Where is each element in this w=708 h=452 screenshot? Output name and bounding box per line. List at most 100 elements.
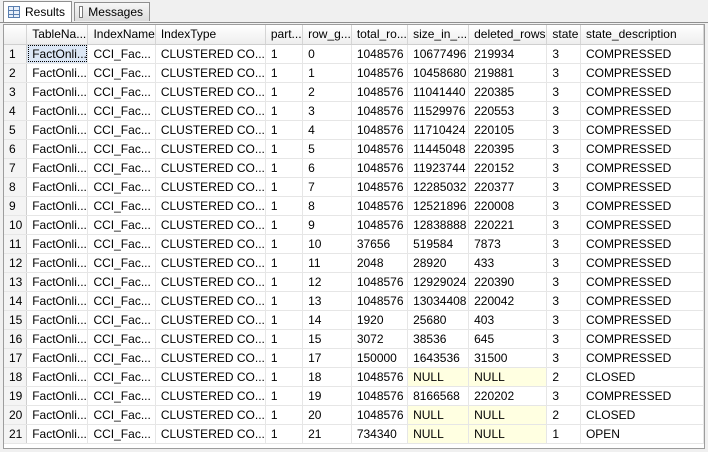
table-cell[interactable]: CCI_Fac... (87, 272, 156, 292)
table-cell[interactable]: CCI_Fac... (87, 310, 156, 330)
table-cell[interactable]: 219881 (468, 63, 548, 83)
column-header[interactable]: TableNa... (26, 25, 89, 45)
table-cell[interactable]: CCI_Fac... (87, 291, 156, 311)
table-cell[interactable]: CLUSTERED CO... (155, 215, 266, 235)
table-cell[interactable]: 1048576 (351, 215, 409, 235)
table-cell[interactable]: COMPRESSED (580, 158, 704, 178)
table-cell[interactable]: OPEN (580, 424, 704, 444)
table-cell[interactable]: 220152 (468, 158, 548, 178)
table-cell[interactable]: FactOnli... (26, 405, 89, 425)
row-number[interactable]: 1 (4, 44, 28, 64)
table-cell[interactable]: 13034408 (407, 291, 470, 311)
table-row[interactable]: 5 FactOnli... CCI_Fac... CLUSTERED CO... 1 4 1… (4, 120, 704, 140)
table-cell[interactable]: 3 (546, 291, 581, 311)
row-number[interactable]: 15 (4, 310, 28, 330)
table-cell[interactable]: CCI_Fac... (87, 139, 156, 159)
table-cell[interactable]: CLOSED (580, 367, 704, 387)
table-row[interactable]: 13 FactOnli... CCI_Fac... CLUSTERED CO... 1 1… (4, 272, 704, 292)
tab-messages[interactable]: Messages (74, 2, 150, 21)
table-cell[interactable]: 1920 (351, 310, 409, 330)
table-cell[interactable]: FactOnli... (26, 291, 89, 311)
table-cell[interactable]: 1 (302, 63, 352, 83)
table-cell[interactable]: 1048576 (351, 120, 409, 140)
row-number[interactable]: 14 (4, 291, 28, 311)
table-cell[interactable]: CCI_Fac... (87, 234, 156, 254)
table-cell[interactable]: 1 (265, 291, 304, 311)
table-cell[interactable]: COMPRESSED (580, 101, 704, 121)
table-cell[interactable]: CLUSTERED CO... (155, 44, 266, 64)
table-cell[interactable]: 1 (265, 348, 304, 368)
table-cell[interactable]: CLUSTERED CO... (155, 424, 266, 444)
table-cell[interactable]: 220042 (468, 291, 548, 311)
table-cell[interactable]: 19 (302, 386, 352, 406)
table-cell[interactable]: COMPRESSED (580, 234, 704, 254)
table-cell[interactable]: 1 (265, 120, 304, 140)
table-cell[interactable]: 220008 (468, 196, 548, 216)
row-number[interactable]: 11 (4, 234, 28, 254)
table-cell[interactable]: 1 (265, 234, 304, 254)
table-cell[interactable]: FactOnli... (26, 367, 89, 387)
table-cell[interactable]: 11445048 (407, 139, 470, 159)
table-cell[interactable]: 1 (546, 424, 581, 444)
row-number[interactable]: 21 (4, 424, 28, 444)
table-cell[interactable]: 1048576 (351, 101, 409, 121)
table-cell[interactable]: CCI_Fac... (87, 120, 156, 140)
table-cell[interactable]: 3 (546, 310, 581, 330)
row-number[interactable]: 19 (4, 386, 28, 406)
table-cell[interactable]: COMPRESSED (580, 348, 704, 368)
table-cell[interactable]: CLUSTERED CO... (155, 177, 266, 197)
table-cell[interactable]: COMPRESSED (580, 291, 704, 311)
table-cell[interactable]: 11710424 (407, 120, 470, 140)
table-cell[interactable]: NULL (468, 405, 548, 425)
table-cell[interactable]: COMPRESSED (580, 120, 704, 140)
table-cell[interactable]: 403 (468, 310, 548, 330)
table-cell[interactable]: 3 (546, 196, 581, 216)
table-cell[interactable]: 12 (302, 272, 352, 292)
table-cell[interactable]: FactOnli... (26, 177, 89, 197)
table-cell[interactable]: 1 (265, 215, 304, 235)
table-cell[interactable]: FactOnli... (26, 234, 89, 254)
table-cell[interactable]: CCI_Fac... (87, 215, 156, 235)
table-cell[interactable]: 25680 (407, 310, 470, 330)
table-cell[interactable]: 2048 (351, 253, 409, 273)
table-cell[interactable]: 10 (302, 234, 352, 254)
table-cell[interactable]: FactOnli... (26, 44, 89, 64)
table-row[interactable]: 4 FactOnli... CCI_Fac... CLUSTERED CO... 1 3 1… (4, 101, 704, 121)
table-cell[interactable]: 3 (546, 120, 581, 140)
table-cell[interactable]: CCI_Fac... (87, 348, 156, 368)
table-cell[interactable]: FactOnli... (26, 386, 89, 406)
column-header[interactable]: IndexType (155, 25, 266, 45)
table-cell[interactable]: 10458680 (407, 63, 470, 83)
table-cell[interactable]: COMPRESSED (580, 386, 704, 406)
table-cell[interactable]: COMPRESSED (580, 272, 704, 292)
column-header[interactable]: size_in_... (407, 25, 470, 45)
table-cell[interactable]: FactOnli... (26, 310, 89, 330)
table-cell[interactable]: CCI_Fac... (87, 44, 156, 64)
column-header[interactable]: IndexName (87, 25, 156, 45)
table-cell[interactable]: 15 (302, 329, 352, 349)
table-cell[interactable]: 150000 (351, 348, 409, 368)
column-header[interactable]: row_g... (302, 25, 352, 45)
table-cell[interactable]: 220202 (468, 386, 548, 406)
table-cell[interactable]: CCI_Fac... (87, 367, 156, 387)
table-cell[interactable]: NULL (468, 424, 548, 444)
table-cell[interactable]: 1 (265, 329, 304, 349)
table-cell[interactable]: 1048576 (351, 386, 409, 406)
table-cell[interactable]: 1 (265, 272, 304, 292)
table-cell[interactable]: 14 (302, 310, 352, 330)
table-cell[interactable]: 1048576 (351, 158, 409, 178)
table-cell[interactable]: FactOnli... (26, 329, 89, 349)
table-row[interactable]: 3 FactOnli... CCI_Fac... CLUSTERED CO... 1 2 1… (4, 82, 704, 102)
table-cell[interactable]: 433 (468, 253, 548, 273)
table-cell[interactable]: 3 (546, 253, 581, 273)
table-cell[interactable]: 1 (265, 367, 304, 387)
column-header[interactable]: deleted_rows (468, 25, 548, 45)
table-cell[interactable]: 1 (265, 158, 304, 178)
table-cell[interactable]: 519584 (407, 234, 470, 254)
table-cell[interactable]: CLUSTERED CO... (155, 234, 266, 254)
table-cell[interactable]: 2 (546, 405, 581, 425)
table-cell[interactable]: CCI_Fac... (87, 158, 156, 178)
table-cell[interactable]: 2 (546, 367, 581, 387)
table-cell[interactable]: CLUSTERED CO... (155, 329, 266, 349)
table-cell[interactable]: 1 (265, 253, 304, 273)
